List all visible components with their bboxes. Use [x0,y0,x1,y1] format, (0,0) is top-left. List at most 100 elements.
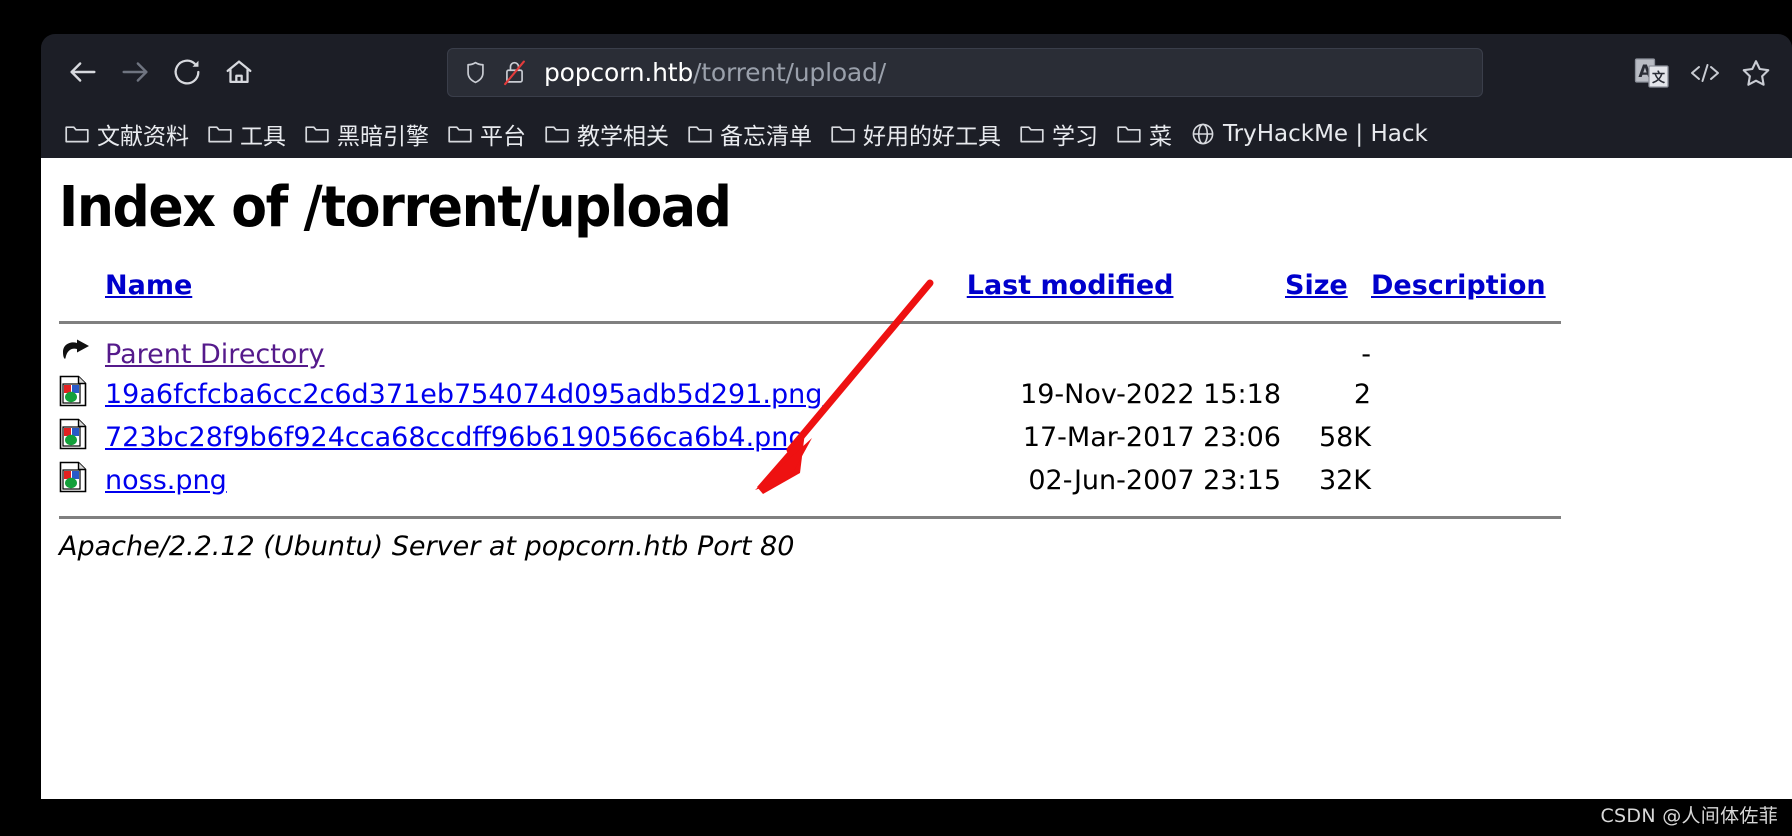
folder-icon [64,123,90,145]
page-left-margin [0,34,41,799]
parent-directory-link[interactable]: Parent Directory [105,339,324,370]
browser-window: popcorn.htb/torrent/upload/ A 文 文献资料 工具 … [41,34,1792,799]
row-icon-cell [59,373,105,416]
table-header-row: Name Last modified Size Description [59,270,1561,311]
bookmarks-bar: 文献资料 工具 黑暗引擎 平台 教学相关 备忘清单 好用的好工具 学习 菜 Tr… [41,110,1792,158]
folder-icon [1019,123,1045,145]
bookmark-item[interactable]: 好用的好工具 [821,114,1010,154]
folder-icon [830,123,856,145]
sort-by-name-link[interactable]: Name [105,270,192,301]
bookmark-label: 工具 [240,124,286,150]
row-description-cell [1371,336,1561,373]
bookmark-label: 学习 [1052,124,1098,150]
row-size-cell: 2 [1353,379,1371,410]
url-host: popcorn.htb [544,58,694,87]
row-icon-cell [59,416,105,459]
folder-icon [447,123,473,145]
row-icon-cell [59,459,105,502]
folder-icon [1116,123,1142,145]
row-name-cell: Parent Directory [105,336,967,373]
bookmark-label: 教学相关 [577,124,669,150]
translate-icon[interactable]: A 文 [1634,57,1670,89]
bookmark-item[interactable]: 菜 [1107,114,1181,154]
svg-text:文: 文 [1652,70,1666,86]
image-file-icon [59,375,87,414]
directory-listing-table: Name Last modified Size Description Pare… [59,270,1561,531]
watermark: CSDN @人间体佐菲 [1600,805,1778,827]
lock-crossed-icon[interactable] [501,58,528,87]
back-button[interactable] [57,46,109,98]
file-link[interactable]: noss.png [105,465,227,496]
row-icon-cell [59,336,105,373]
file-link[interactable]: 723bc28f9b6f924cca68ccdff96b6190566ca6b4… [105,422,806,453]
bookmark-label: 文献资料 [97,124,189,150]
table-row: 723bc28f9b6f924cca68ccdff96b6190566ca6b4… [59,416,1561,459]
sort-by-date-link[interactable]: Last modified [967,270,1174,301]
reload-button[interactable] [161,46,213,98]
url-text[interactable]: popcorn.htb/torrent/upload/ [544,58,886,87]
parent-directory-icon [59,338,93,371]
bookmark-label: 菜 [1149,124,1172,150]
bookmark-label: 备忘清单 [720,124,812,150]
header-icon-cell [59,270,105,311]
row-description-cell [1371,373,1561,416]
toolbar-right-icons: A 文 [1634,48,1772,97]
table-row: noss.png 02-Jun-2007 23:15 32K [59,459,1561,502]
bookmark-item[interactable]: 平台 [438,114,535,154]
row-size-cell: 32K [1318,465,1371,496]
star-icon[interactable] [1740,57,1772,89]
forward-button[interactable] [109,46,161,98]
url-path: /torrent/upload/ [693,58,886,87]
bookmark-item[interactable]: 黑暗引擎 [295,114,438,154]
header-divider [59,321,1561,324]
header-name: Name [105,270,967,311]
row-name-cell: 19a6fcfcba6cc2c6d371eb754074d095adb5d291… [105,373,967,416]
row-description-cell [1371,416,1561,459]
bookmark-label: 平台 [480,124,526,150]
row-name-cell: noss.png [105,459,967,502]
folder-icon [304,123,330,145]
bookmark-item[interactable]: 文献资料 [55,114,198,154]
header-last-modified: Last modified [967,270,1285,311]
row-size-cell: - [1361,339,1371,370]
server-signature: Apache/2.2.12 (Ubuntu) Server at popcorn… [59,531,795,562]
globe-icon [1190,121,1216,147]
page-title: Index of /torrent/upload [58,175,732,240]
row-size-cell: 58K [1318,422,1371,453]
home-button[interactable] [213,46,265,98]
row-date-cell: 02-Jun-2007 23:15 [1028,465,1281,496]
shield-icon[interactable] [462,59,489,86]
header-divider-row [59,311,1561,336]
row-name-cell: 723bc28f9b6f924cca68ccdff96b6190566ca6b4… [105,416,967,459]
sort-by-description-link[interactable]: Description [1371,270,1546,301]
table-row: 19a6fcfcba6cc2c6d371eb754074d095adb5d291… [59,373,1561,416]
header-description: Description [1371,270,1561,311]
bookmark-label: TryHackMe | Hack [1223,121,1428,147]
folder-icon [207,123,233,145]
code-icon[interactable] [1688,58,1722,88]
sort-by-size-link[interactable]: Size [1285,270,1348,301]
table-row: Parent Directory - [59,336,1561,373]
footer-divider-row [59,502,1561,531]
page-content: Index of /torrent/upload Name Last modif… [41,158,1792,799]
bookmark-label: 好用的好工具 [863,124,1001,150]
bookmark-item[interactable]: 教学相关 [535,114,678,154]
image-file-icon [59,418,87,457]
row-date-cell: 19-Nov-2022 15:18 [1020,379,1281,410]
bookmark-item[interactable]: 学习 [1010,114,1107,154]
bookmark-item-tryhackme[interactable]: TryHackMe | Hack [1181,118,1437,150]
screenshot-root: popcorn.htb/torrent/upload/ A 文 文献资料 工具 … [0,0,1792,836]
folder-icon [544,123,570,145]
bookmark-item[interactable]: 备忘清单 [678,114,821,154]
file-link[interactable]: 19a6fcfcba6cc2c6d371eb754074d095adb5d291… [105,379,822,410]
folder-icon [687,123,713,145]
header-size: Size [1285,270,1371,311]
row-description-cell [1371,459,1561,502]
bookmark-item[interactable]: 工具 [198,114,295,154]
footer-divider [59,516,1561,519]
address-bar[interactable]: popcorn.htb/torrent/upload/ [447,48,1483,97]
image-file-icon [59,461,87,500]
bookmark-label: 黑暗引擎 [337,124,429,150]
row-date-cell [967,336,1285,373]
row-date-cell: 17-Mar-2017 23:06 [1022,422,1281,453]
